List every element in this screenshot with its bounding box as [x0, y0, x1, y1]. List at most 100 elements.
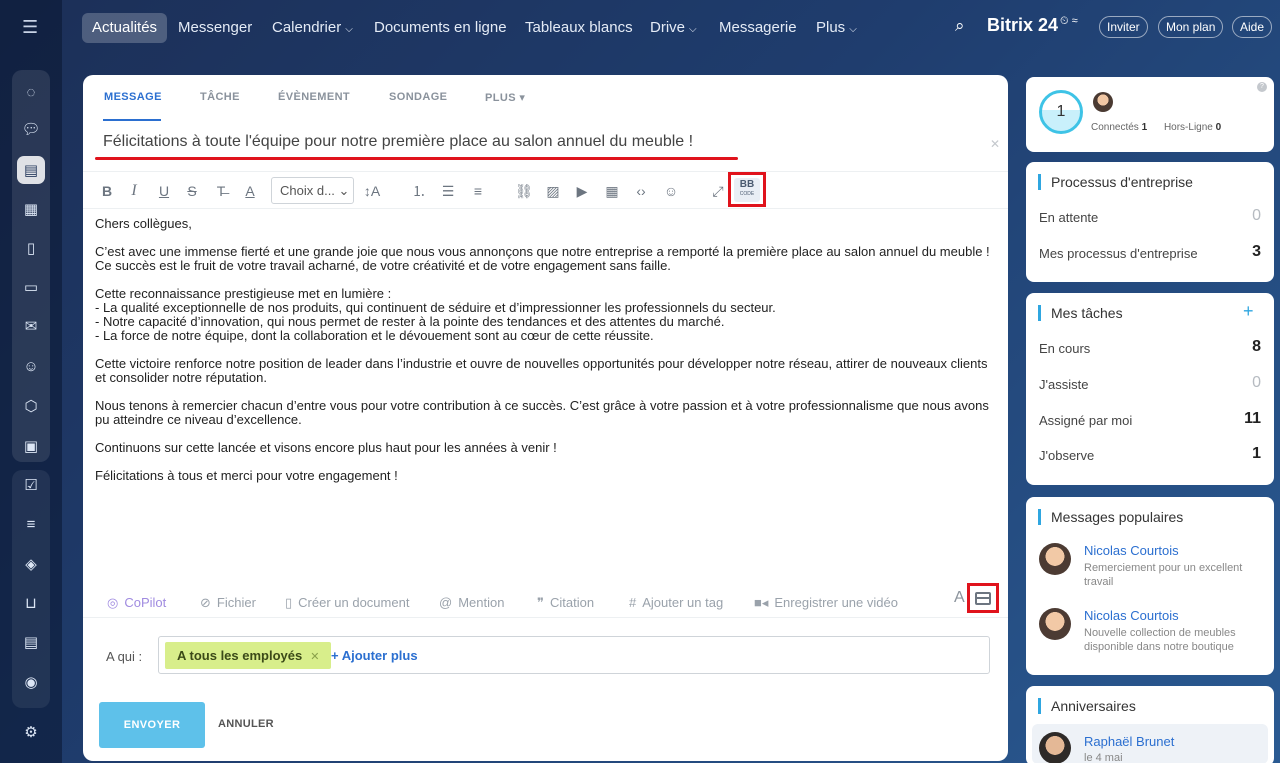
process-row-pending[interactable]: En attente 0 [1039, 207, 1261, 225]
menu-icon[interactable]: ☰ [22, 18, 40, 36]
calendar-icon[interactable]: ▦ [17, 195, 45, 223]
nav-item-calendrier[interactable]: Calendrier ⌵ [262, 13, 363, 43]
task-row-assigned[interactable]: Assigné par moi 11 [1039, 410, 1261, 428]
nav-item-documents[interactable]: Documents en ligne [364, 13, 517, 43]
widget-title[interactable]: Messages populaires [1038, 509, 1183, 525]
post-author[interactable]: Nicolas Courtois [1084, 608, 1179, 623]
link-icon[interactable]: ⛓ [515, 180, 533, 202]
card-icon[interactable]: ▤ [17, 628, 45, 656]
video-icon[interactable]: ▶ [573, 180, 591, 202]
invite-button[interactable]: Inviter [1099, 16, 1148, 38]
chevron-down-icon: ⌵ [689, 24, 697, 35]
task-row-in-progress[interactable]: En cours 8 [1039, 338, 1261, 356]
bold-icon[interactable]: B [100, 180, 114, 202]
table-icon[interactable]: ▦ [603, 180, 621, 202]
plan-button[interactable]: Mon plan [1158, 16, 1224, 38]
avatar[interactable] [1093, 92, 1113, 112]
mention-button[interactable]: @ Mention [439, 595, 504, 610]
font-select[interactable]: Choix d... ⌄ [271, 177, 354, 204]
widget-title[interactable]: Processus d'entreprise [1038, 174, 1193, 190]
bullet-list-icon[interactable]: ☰ [439, 180, 457, 202]
add-task-icon[interactable]: + [1243, 301, 1254, 322]
bbcode-toggle-button[interactable]: BB CODE [728, 172, 766, 207]
code-icon[interactable]: ‹› [630, 180, 652, 202]
online-widget[interactable]: 1 Connectés 1 Hors-Ligne 0 ? [1026, 77, 1274, 152]
numbered-list-icon[interactable]: ⒈ [410, 180, 428, 202]
tab-plus[interactable]: PLUS ▾ [485, 91, 525, 104]
text-color-icon[interactable]: A [243, 180, 257, 202]
nav-item-messagerie[interactable]: Messagerie [709, 13, 807, 43]
mail-icon[interactable]: ✉ [17, 312, 45, 340]
avatar[interactable] [1039, 608, 1071, 640]
message-body-editor[interactable]: Chers collègues, C’est avec une immense f… [95, 217, 1000, 497]
search-icon[interactable]: ⌕ [955, 16, 965, 36]
add-tag-button[interactable]: # Ajouter un tag [629, 595, 723, 610]
nav-item-plus[interactable]: Plus ⌵ [806, 13, 867, 43]
cancel-button[interactable]: ANNULER [218, 718, 274, 730]
box-icon[interactable]: ◈ [17, 550, 45, 578]
font-size-icon[interactable]: ↕A [361, 180, 383, 202]
process-row-mine[interactable]: Mes processus d'entreprise 3 [1039, 243, 1261, 261]
workgroups-icon[interactable]: ⬡ [17, 392, 45, 420]
fullscreen-icon[interactable]: ⤢ [709, 180, 727, 202]
clear-format-icon[interactable]: T̶ [213, 180, 229, 202]
image-icon[interactable]: ▨ [544, 180, 562, 202]
post-author[interactable]: Nicolas Courtois [1084, 543, 1179, 558]
post-excerpt[interactable]: Remerciement pour un excellent travail [1084, 561, 1264, 589]
toolbar-toggle-button[interactable] [967, 583, 999, 613]
chat-icon[interactable]: 💬︎ [17, 115, 45, 143]
document-icon: ▯ [285, 595, 293, 610]
robot-icon[interactable]: ◉ [17, 668, 45, 696]
recipients-field[interactable]: A tous les employés ✕ + Ajouter plus [158, 636, 990, 674]
close-icon[interactable]: ✕ [990, 137, 1000, 151]
remove-icon[interactable]: ✕ [310, 651, 319, 663]
tab-message[interactable]: MESSAGE [104, 91, 162, 103]
board-icon[interactable]: ▣ [17, 432, 45, 460]
help-button[interactable]: Aide [1232, 16, 1273, 38]
cart-icon[interactable]: ⊔ [17, 589, 45, 617]
avatar[interactable] [1039, 732, 1071, 763]
activity-icon[interactable]: ◌ [17, 78, 45, 106]
brand-logo[interactable]: Bitrix 24 ⏲ ≈ [987, 15, 1078, 36]
text-format-toggle[interactable]: A [954, 589, 965, 607]
create-document-button[interactable]: ▯ Créer un document [285, 595, 409, 611]
popular-posts-widget: Messages populaires Nicolas Courtois Rem… [1026, 497, 1274, 675]
help-icon[interactable]: ? [1257, 82, 1267, 92]
post-title-input[interactable]: Félicitations à toute l'équipe pour notr… [103, 133, 983, 151]
tab-sondage[interactable]: SONDAGE [389, 91, 447, 103]
composer-tabs: MESSAGE TÂCHE ÉVÈNEMENT SONDAGE PLUS ▾ [83, 75, 1008, 121]
copilot-button[interactable]: ◎ CoPilot [107, 595, 166, 611]
tab-evenement[interactable]: ÉVÈNEMENT [278, 91, 350, 103]
task-row-assisting[interactable]: J'assiste 0 [1039, 374, 1261, 392]
strikethrough-icon[interactable]: S [185, 180, 199, 202]
align-icon[interactable]: ≡ [469, 180, 487, 202]
nav-item-messenger[interactable]: Messenger [168, 13, 262, 43]
tasks-icon[interactable]: ☑ [17, 471, 45, 499]
avatar[interactable] [1039, 543, 1071, 575]
task-row-observing[interactable]: J'observe 1 [1039, 445, 1261, 463]
widget-title[interactable]: Anniversaires [1038, 698, 1136, 714]
tab-tache[interactable]: TÂCHE [200, 91, 240, 103]
send-button[interactable]: ENVOYER [99, 702, 205, 748]
add-recipients-link[interactable]: + Ajouter plus [331, 648, 418, 663]
underline-icon[interactable]: U [157, 180, 171, 202]
online-stats: Connectés 1 Hors-Ligne 0 [1091, 122, 1222, 133]
nav-item-actualites[interactable]: Actualités [82, 13, 168, 43]
document-icon[interactable]: ▯ [17, 234, 45, 262]
widget-title[interactable]: Mes tâches [1038, 305, 1123, 321]
nav-item-tableaux[interactable]: Tableaux blancs [515, 13, 643, 43]
funnel-icon[interactable]: ≡ [17, 510, 45, 538]
recipient-chip[interactable]: A tous les employés ✕ [165, 642, 332, 669]
quote-button[interactable]: ❞ Citation [537, 595, 594, 611]
birthday-person[interactable]: Raphaël Brunet [1084, 734, 1174, 749]
drive-icon[interactable]: ▭ [17, 273, 45, 301]
record-video-button[interactable]: ■◂ Enregistrer une vidéo [754, 595, 898, 611]
news-icon[interactable]: ▤ [17, 156, 45, 184]
file-button[interactable]: ⊘ Fichier [200, 595, 256, 611]
emoji-icon[interactable]: ☺ [660, 180, 682, 202]
post-excerpt[interactable]: Nouvelle collection de meubles disponibl… [1084, 626, 1264, 654]
contacts-icon[interactable]: ☺ [17, 352, 45, 380]
nav-item-drive[interactable]: Drive ⌵ [640, 13, 707, 43]
settings-icon[interactable]: ⚙ [17, 718, 45, 746]
italic-icon[interactable]: I [127, 180, 141, 202]
